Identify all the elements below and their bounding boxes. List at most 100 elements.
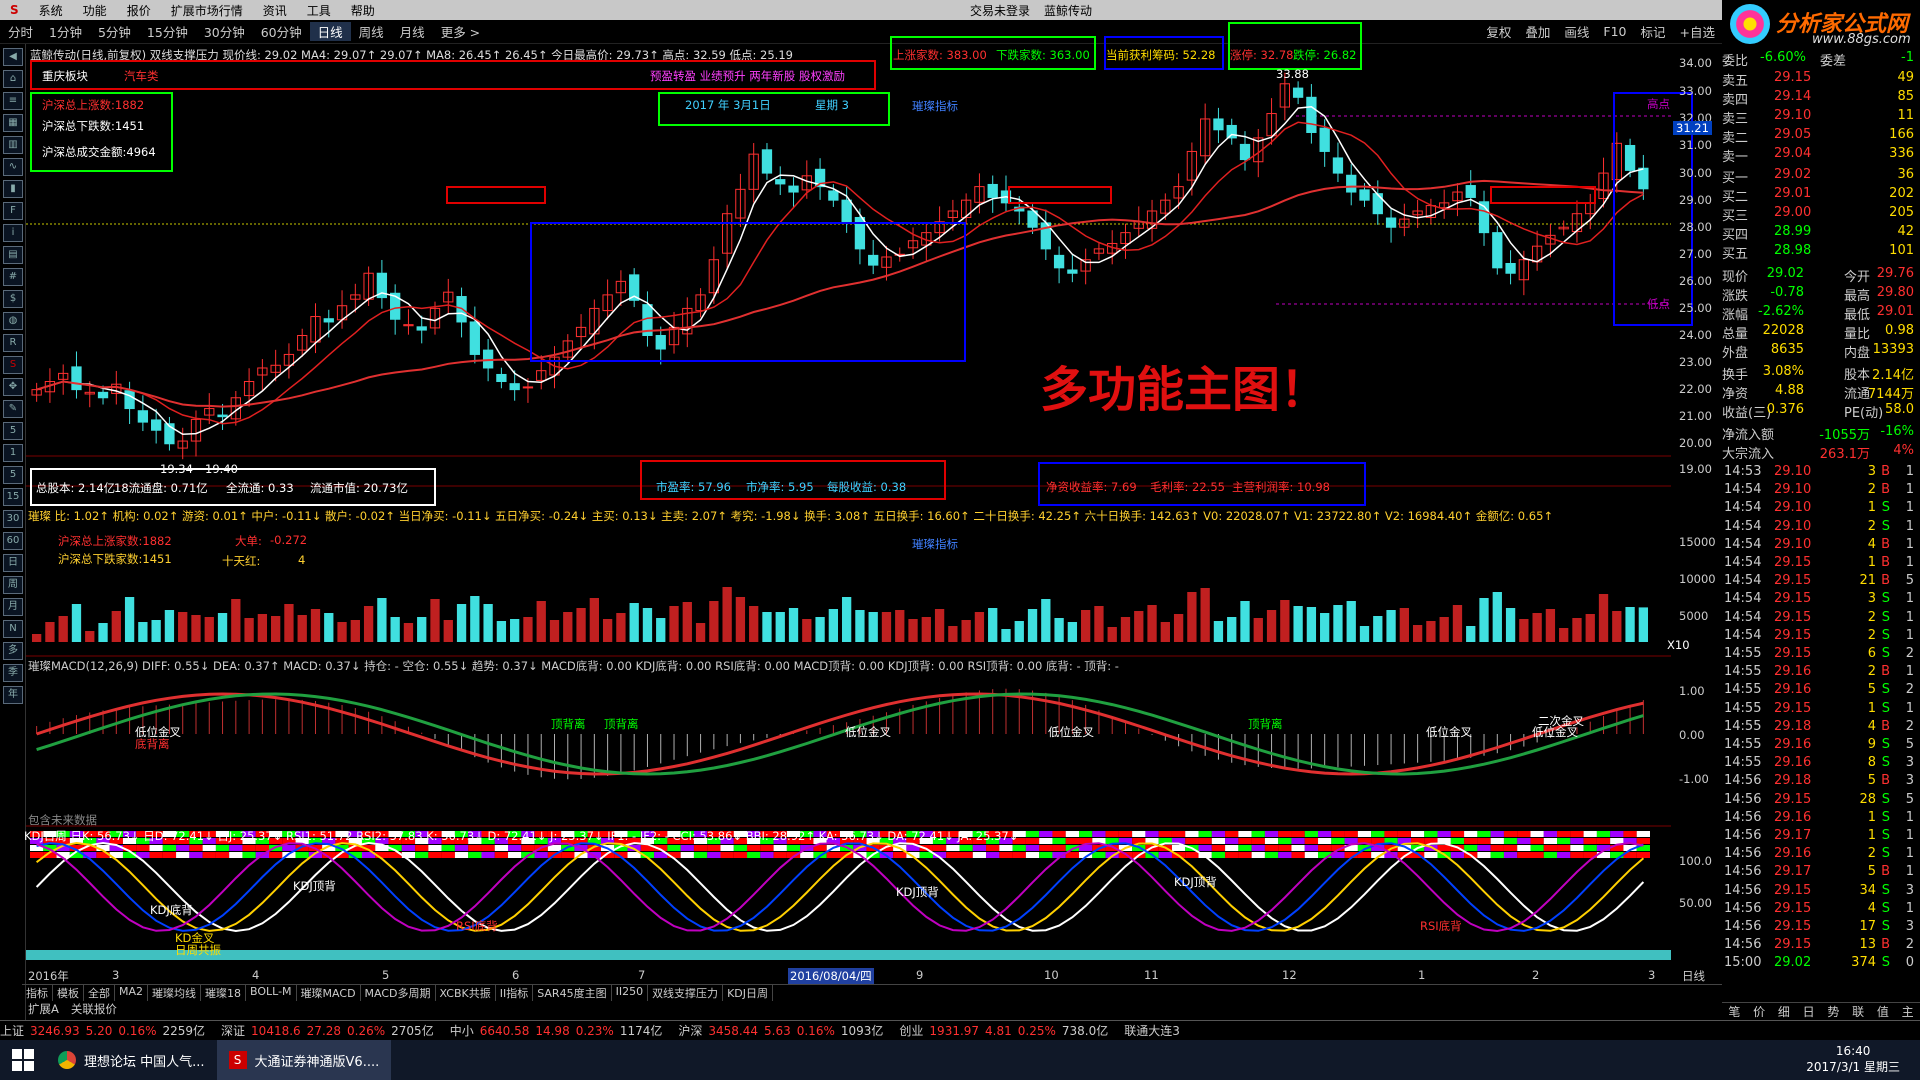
n-icon[interactable]: N [3, 620, 23, 638]
globe-icon[interactable]: ◍ [3, 312, 23, 330]
day-icon[interactable]: 日 [3, 554, 23, 572]
notes-icon[interactable]: ▤ [3, 246, 23, 264]
trade-tick-row[interactable]: 14:54 29.10 1 S 1 [1722, 500, 1920, 519]
period-60min[interactable]: 60分钟 [253, 22, 310, 41]
move-icon[interactable]: ✥ [3, 378, 23, 396]
trade-tick-row[interactable]: 14:56 29.15 4 S 1 [1722, 901, 1920, 920]
flow-row[interactable]: 净流入额 -1055万 -16% [1722, 424, 1920, 443]
fifteen-icon[interactable]: 15 [3, 488, 23, 506]
ask-row[interactable]: 卖一 29.04 336 [1722, 146, 1920, 165]
index-item[interactable]: 创业 1931.97 4.81 0.25% 738.0亿 [899, 1022, 1114, 1039]
week-icon[interactable]: 周 [3, 576, 23, 594]
btn-f10[interactable]: F10 [1596, 24, 1633, 39]
tab-linked-quote[interactable]: 关联报价 [65, 1001, 123, 1018]
ask-row[interactable]: 卖三 29.10 11 [1722, 108, 1920, 127]
system-clock[interactable]: 16:40 2017/3/1 星期三 [1806, 1043, 1900, 1075]
kline-icon[interactable]: ▥ [3, 136, 23, 154]
trade-tick-row[interactable]: 14:56 29.15 13 B 2 [1722, 937, 1920, 956]
trade-tick-row[interactable]: 14:55 29.18 4 B 2 [1722, 719, 1920, 738]
tab-ext-a[interactable]: 扩展A [22, 1001, 65, 1018]
menu-item-news[interactable]: 资讯 [253, 2, 297, 19]
tab-xcbk[interactable]: XCBK共振 [436, 985, 496, 1001]
fund-icon[interactable]: $ [3, 290, 23, 308]
year-icon[interactable]: 年 [3, 686, 23, 704]
quote-tab[interactable]: 联 [1852, 1003, 1864, 1020]
home-icon[interactable]: ⌂ [3, 70, 23, 88]
bars-icon[interactable]: ▮ [3, 180, 23, 198]
multi-icon[interactable]: 多 [3, 642, 23, 660]
btn-overlay[interactable]: 叠加 [1518, 22, 1557, 41]
tab-kdj-dw[interactable]: KDJ日周 [723, 985, 773, 1001]
taskbar-chrome[interactable]: 理想论坛 中国人气... [46, 1040, 217, 1080]
trade-tick-row[interactable]: 14:55 29.15 1 S 1 [1722, 701, 1920, 720]
quote-tab[interactable]: 势 [1827, 1003, 1839, 1020]
menu-item-system[interactable]: 系统 [29, 2, 73, 19]
menu-item-tools[interactable]: 工具 [297, 2, 341, 19]
tab-cc-ma[interactable]: 璀璨均线 [148, 985, 202, 1001]
period-week[interactable]: 周线 [351, 22, 392, 41]
tab-dual-line[interactable]: 双线支撑压力 [648, 985, 724, 1001]
period-1min[interactable]: 1分钟 [41, 22, 90, 41]
stat-row[interactable]: 涨幅 -2.62% 最低 29.01 [1722, 304, 1920, 323]
one-icon[interactable]: 1 [3, 444, 23, 462]
stat-row[interactable]: 外盘 8635 内盘 13393 [1722, 342, 1920, 361]
period-5min[interactable]: 5分钟 [90, 22, 139, 41]
f10-icon[interactable]: F [3, 202, 23, 220]
tab-template[interactable]: 模板 [53, 985, 84, 1001]
menu-item-help[interactable]: 帮助 [341, 2, 385, 19]
trade-tick-row[interactable]: 14:56 29.15 28 S 5 [1722, 792, 1920, 811]
trade-tick-row[interactable]: 14:56 29.15 17 S 3 [1722, 919, 1920, 938]
index-item[interactable]: 深证 10418.6 27.28 0.26% 2705亿 [221, 1022, 440, 1039]
index-item[interactable]: 中小 6640.58 14.98 0.23% 1174亿 [450, 1022, 669, 1039]
tab-ma2[interactable]: MA2 [115, 985, 149, 1001]
trade-tick-row[interactable]: 14:54 29.10 2 S 1 [1722, 519, 1920, 538]
btn-draw[interactable]: 画线 [1557, 22, 1596, 41]
calc-icon[interactable]: # [3, 268, 23, 286]
fund-row[interactable]: 净资 4.88 流通 7144万 [1722, 383, 1920, 402]
trade-tick-row[interactable]: 14:54 29.15 1 B 1 [1722, 555, 1920, 574]
trade-tick-row[interactable]: 14:56 29.16 2 S 1 [1722, 846, 1920, 865]
start-button[interactable] [0, 1040, 46, 1080]
f5-icon[interactable]: 5 [3, 422, 23, 440]
period-day[interactable]: 日线 [309, 22, 351, 41]
bid-row[interactable]: 买三 29.00 205 [1722, 205, 1920, 224]
login-status[interactable]: 交易未登录 [970, 2, 1030, 19]
bid-row[interactable]: 买二 29.01 202 [1722, 186, 1920, 205]
trade-tick-row[interactable]: 14:54 29.15 2 S 1 [1722, 610, 1920, 629]
tab-cc-macd[interactable]: 璀璨MACD [297, 985, 361, 1001]
stat-row[interactable]: 现价 29.02 今开 29.76 [1722, 266, 1920, 285]
trend-icon[interactable]: ∿ [3, 158, 23, 176]
grid-icon[interactable]: ▦ [3, 114, 23, 132]
trade-tick-row[interactable]: 14:55 29.16 2 B 1 [1722, 664, 1920, 683]
trade-tick-row[interactable]: 14:54 29.15 2 S 1 [1722, 628, 1920, 647]
list-icon[interactable]: ≡ [3, 92, 23, 110]
period-30min[interactable]: 30分钟 [196, 22, 253, 41]
period-more[interactable]: 更多 > [433, 22, 488, 41]
sixty-icon[interactable]: 60 [3, 532, 23, 550]
trade-tick-row[interactable]: 14:55 29.15 6 S 2 [1722, 646, 1920, 665]
period-tick[interactable]: 分时 [0, 22, 41, 41]
quote-tab[interactable]: 主 [1902, 1003, 1914, 1020]
tab-all[interactable]: 全部 [84, 985, 115, 1001]
info-icon[interactable]: i [3, 224, 23, 242]
tab-macd-multi[interactable]: MACD多周期 [361, 985, 436, 1001]
quote-tab[interactable]: 值 [1877, 1003, 1889, 1020]
btn-mark[interactable]: 标记 [1634, 22, 1673, 41]
bid-row[interactable]: 买一 29.02 36 [1722, 167, 1920, 186]
menu-item-quote[interactable]: 报价 [117, 2, 161, 19]
ask-row[interactable]: 卖四 29.14 85 [1722, 89, 1920, 108]
back-icon[interactable]: ◀ [3, 48, 23, 66]
trade-tick-row[interactable]: 14:56 29.18 5 B 3 [1722, 773, 1920, 792]
tab-sar45[interactable]: SAR45度主图 [533, 985, 612, 1001]
index-item[interactable]: 沪深 3458.44 5.63 0.16% 1093亿 [678, 1022, 889, 1039]
btn-fuquan[interactable]: 复权 [1479, 22, 1518, 41]
five-icon[interactable]: 5 [3, 466, 23, 484]
menu-item-function[interactable]: 功能 [73, 2, 117, 19]
tab-indicator[interactable]: 指标 [22, 985, 53, 1001]
ask-row[interactable]: 卖二 29.05 166 [1722, 127, 1920, 146]
index-item[interactable]: 上证 3246.93 5.20 0.16% 2259亿 [0, 1022, 211, 1039]
flow-row[interactable]: 大宗流入 263.1万 4% [1722, 443, 1920, 462]
trade-tick-row[interactable]: 14:55 29.16 9 S 5 [1722, 737, 1920, 756]
quote-tab[interactable]: 价 [1753, 1003, 1765, 1020]
trade-tick-row[interactable]: 14:53 29.10 3 B 1 [1722, 464, 1920, 483]
